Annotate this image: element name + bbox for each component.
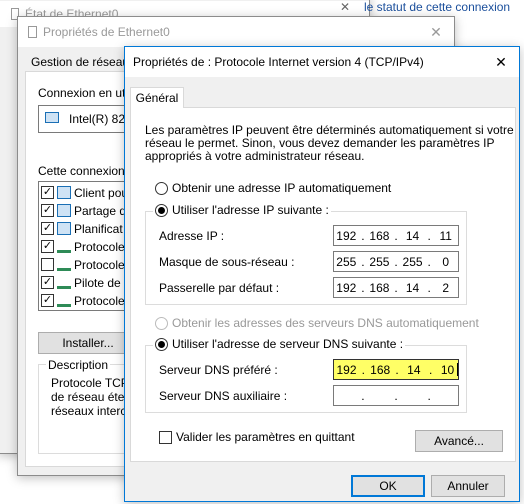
intro-line: Les paramètres IP peuvent être déterminé… <box>145 123 514 137</box>
close-icon[interactable]: ✕ <box>483 47 519 77</box>
status-close-icon[interactable]: ✕ <box>340 0 350 14</box>
preferred-dns-label: Serveur DNS préféré : <box>159 363 278 377</box>
list-item[interactable]: ✓ Protocole <box>41 238 125 255</box>
radio-dot <box>155 316 168 330</box>
protocol-icon <box>57 240 71 253</box>
checkbox[interactable]: ✓ <box>41 204 54 217</box>
tab-general[interactable]: Général <box>130 87 184 108</box>
install-button[interactable]: Installer... <box>38 332 138 354</box>
protocol-icon <box>57 258 71 271</box>
static-dns-radio[interactable]: Utiliser l'adresse de serveur DNS suivan… <box>153 337 406 351</box>
alternate-dns-field[interactable]: ... <box>333 385 459 406</box>
description-line: Protocole TCP/ <box>51 376 133 390</box>
alternate-dns-label: Serveur DNS auxiliaire : <box>159 389 288 403</box>
props-window-icon <box>28 26 37 38</box>
scheduler-icon <box>57 222 71 235</box>
ipv4-dialog: Propriétés de : Protocole Internet versi… <box>124 46 520 502</box>
auto-ip-radio[interactable]: Obtenir une adresse IP automatiquement <box>155 181 391 195</box>
ok-button[interactable]: OK <box>351 475 425 497</box>
gateway-label: Passerelle par défaut : <box>159 281 280 295</box>
list-item[interactable]: ✓ Planificat <box>41 220 123 237</box>
description-label: Description <box>46 358 111 372</box>
cancel-button[interactable]: Annuler <box>431 475 505 497</box>
ip-address-label: Adresse IP : <box>159 229 225 243</box>
list-item[interactable]: ✓ Protocole <box>41 292 125 309</box>
tab-gestion-reseau[interactable]: Gestion de réseau <box>31 55 129 69</box>
description-line: réseaux interco <box>51 404 134 418</box>
checkbox[interactable]: ✓ <box>41 222 54 235</box>
checkbox[interactable] <box>159 430 172 444</box>
ipv4-titlebar: Propriétés de : Protocole Internet versi… <box>125 47 519 77</box>
advanced-button[interactable]: Avancé... <box>415 430 503 452</box>
list-item[interactable]: ✓ Client pou <box>41 184 128 201</box>
text-caret <box>457 363 458 376</box>
props-titlebar: Propriétés de Ethernet0 ✕ <box>18 17 454 47</box>
intro-line: réseau le permet. Sinon, vous devez dema… <box>145 136 495 150</box>
preferred-dns-field[interactable]: 192. 168. 14. 10 <box>333 359 459 380</box>
adapter-name: Intel(R) 825 <box>69 112 132 126</box>
radio-dot <box>155 203 168 217</box>
list-item[interactable]: ✓ Pilote de <box>41 274 121 291</box>
subnet-mask-label: Masque de sous-réseau : <box>159 255 295 269</box>
client-icon <box>57 186 71 199</box>
checkbox[interactable] <box>41 258 54 271</box>
gateway-field[interactable]: 192. 168. 14. 2 <box>333 277 459 298</box>
checkbox[interactable]: ✓ <box>41 276 54 289</box>
checkbox[interactable]: ✓ <box>41 240 54 253</box>
protocol-icon <box>57 294 71 307</box>
props-title: Propriétés de Ethernet0 <box>43 25 170 39</box>
close-icon[interactable]: ✕ <box>418 17 454 47</box>
ipv4-title: Propriétés de : Protocole Internet versi… <box>133 55 424 69</box>
description-line: de réseau éten <box>51 390 132 404</box>
radio-dot <box>155 337 168 351</box>
sharing-icon <box>57 204 71 217</box>
checkbox[interactable]: ✓ <box>41 186 54 199</box>
ip-address-field[interactable]: 192. 168. 14. 11 <box>333 225 459 246</box>
network-adapter-icon <box>45 112 59 123</box>
list-item[interactable]: ✓ Partage d <box>41 202 126 219</box>
driver-icon <box>57 276 71 289</box>
intro-line: appropriés à votre administrateur réseau… <box>145 149 365 163</box>
radio-dot <box>155 181 168 195</box>
auto-dns-radio[interactable]: Obtenir les adresses des serveurs DNS au… <box>155 316 479 330</box>
static-ip-radio[interactable]: Utiliser l'adresse IP suivante : <box>153 203 331 217</box>
list-item[interactable]: Protocole <box>41 256 125 273</box>
checkbox[interactable]: ✓ <box>41 294 54 307</box>
status-text: le statut de cette connexion <box>364 0 511 14</box>
validate-on-exit-checkbox[interactable]: Valider les paramètres en quittant <box>159 430 355 444</box>
subnet-mask-field[interactable]: 255. 255. 255. 0 <box>333 251 459 272</box>
